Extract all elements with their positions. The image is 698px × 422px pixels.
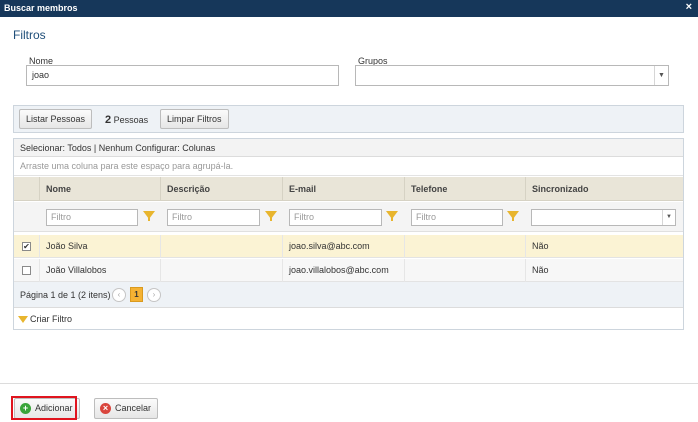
- cell-phone: [404, 235, 525, 258]
- column-header-name[interactable]: Nome: [39, 177, 160, 201]
- filter-input-phone[interactable]: Filtro: [411, 209, 503, 226]
- cell-description: [160, 235, 282, 258]
- footer-divider: [0, 383, 698, 384]
- name-input[interactable]: joao: [26, 65, 339, 86]
- table-row[interactable]: ✔ João Silva joao.silva@abc.com Não: [14, 235, 683, 258]
- clear-filters-button[interactable]: Limpar Filtros: [160, 109, 229, 129]
- cell-email: joao.silva@abc.com: [282, 235, 404, 258]
- grid-select-configure-links[interactable]: Selecionar: Todos | Nenhum Configurar: C…: [14, 139, 683, 157]
- pager-prev-icon[interactable]: ‹: [112, 288, 126, 302]
- cell-phone: [404, 259, 525, 282]
- column-header-email[interactable]: E-mail: [282, 177, 404, 201]
- cell-description: [160, 259, 282, 282]
- pager-info: Página 1 de 1 (2 itens): [20, 290, 111, 300]
- filters-title: Filtros: [13, 28, 46, 42]
- create-filter-link[interactable]: Criar Filtro: [14, 309, 683, 330]
- groups-select[interactable]: ▼: [355, 65, 669, 86]
- column-header-phone[interactable]: Telefone: [404, 177, 525, 201]
- dialog-titlebar: Buscar membros ×: [0, 0, 698, 17]
- cell-synced: Não: [525, 259, 683, 282]
- filter-icon[interactable]: [507, 211, 519, 221]
- column-header-row: Nome Descrição E-mail Telefone Sincroniz…: [14, 177, 683, 201]
- filter-icon[interactable]: [265, 211, 277, 221]
- cancel-button[interactable]: × Cancelar: [94, 398, 159, 419]
- group-drop-area[interactable]: Arraste uma coluna para este espaço para…: [14, 157, 683, 176]
- column-header-synced[interactable]: Sincronizado: [525, 177, 683, 201]
- filter-row: Filtro Filtro Filtro Filtro ▼: [14, 202, 683, 232]
- cell-name: João Villalobos: [39, 259, 160, 282]
- cancel-icon: ×: [100, 403, 111, 414]
- people-count-number: 2: [105, 114, 112, 126]
- pager-page-current[interactable]: 1: [130, 287, 143, 302]
- chevron-down-icon[interactable]: ▼: [662, 210, 675, 225]
- filter-icon[interactable]: [143, 211, 155, 221]
- filter-input-description[interactable]: Filtro: [167, 209, 260, 226]
- dialog-title: Buscar membros: [4, 3, 78, 13]
- filter-select-synced[interactable]: ▼: [531, 209, 676, 226]
- people-count-label: Pessoas: [113, 115, 149, 125]
- chevron-down-icon[interactable]: ▼: [654, 66, 668, 85]
- list-people-button[interactable]: Listar Pessoas: [19, 109, 93, 129]
- filter-icon[interactable]: [386, 211, 398, 221]
- cancel-button-label: Cancelar: [115, 403, 152, 413]
- filter-input-name[interactable]: Filtro: [46, 209, 138, 226]
- column-header-description[interactable]: Descrição: [160, 177, 282, 201]
- close-icon[interactable]: ×: [686, 1, 692, 13]
- row-checkbox[interactable]: ✔: [22, 242, 31, 251]
- create-filter-label: Criar Filtro: [30, 314, 72, 324]
- members-grid: Selecionar: Todos | Nenhum Configurar: C…: [13, 138, 684, 330]
- table-row[interactable]: João Villalobos joao.villalobos@abc.com …: [14, 259, 683, 282]
- people-count: 2 Pessoas: [105, 114, 148, 126]
- add-button-highlight: [11, 396, 77, 420]
- cell-name: João Silva: [39, 235, 160, 258]
- pager-next-icon[interactable]: ›: [147, 288, 161, 302]
- cell-synced: Não: [525, 235, 683, 258]
- cell-email: joao.villalobos@abc.com: [282, 259, 404, 282]
- filter-icon: [18, 316, 28, 323]
- row-checkbox[interactable]: [22, 266, 31, 275]
- pager: Página 1 de 1 (2 itens) ‹ 1 ›: [14, 282, 683, 308]
- filter-input-email[interactable]: Filtro: [289, 209, 382, 226]
- toolbar: Listar Pessoas 2 Pessoas Limpar Filtros: [13, 105, 684, 133]
